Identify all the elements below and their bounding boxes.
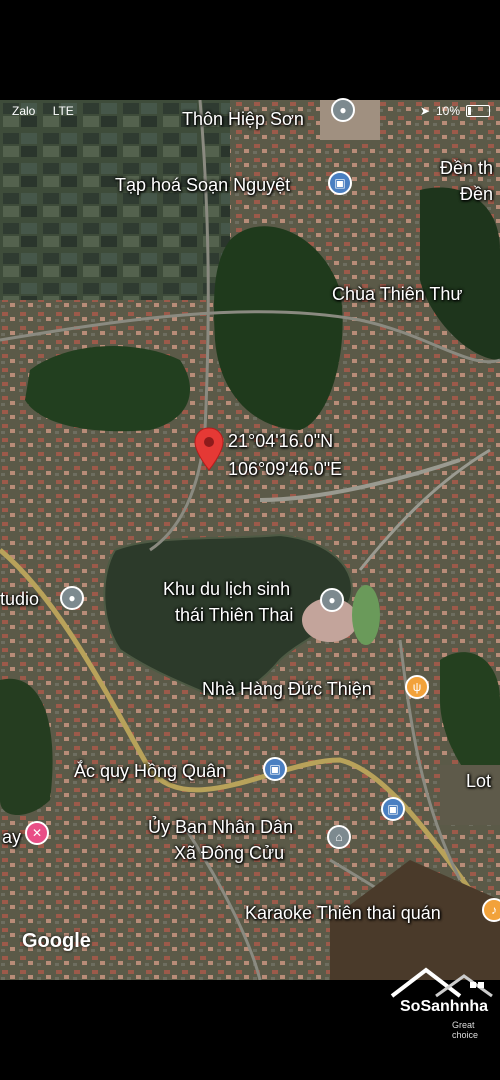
place-label[interactable]: Ủy Ban Nhân Dân xyxy=(148,816,293,838)
place-label[interactable]: tudio xyxy=(0,588,39,610)
place-label[interactable]: Khu du lịch sinh xyxy=(163,578,290,600)
place-label[interactable]: Tạp hoá Soạn Nguyệt xyxy=(115,174,290,196)
place-label[interactable]: Karaoke Thiên thai quán xyxy=(245,902,441,924)
shop-pin-icon[interactable]: ▣ xyxy=(381,797,405,821)
place-label[interactable]: Đền th xyxy=(440,157,493,179)
watermark-name: SoSanhnha xyxy=(400,998,489,1015)
restaurant-pin-icon[interactable]: ψ xyxy=(405,675,429,699)
place-label[interactable]: Ắc quy Hồng Quân xyxy=(74,760,226,782)
battery-icon xyxy=(466,105,490,117)
longitude-label: 106°09'46.0"E xyxy=(228,459,343,479)
google-attribution: Google xyxy=(22,930,91,952)
place-pin-icon[interactable]: ● xyxy=(60,586,84,610)
location-pin-icon[interactable] xyxy=(193,426,225,472)
place-label[interactable]: Chùa Thiên Thư xyxy=(332,283,462,305)
house-logo-icon xyxy=(390,967,493,998)
karaoke-pin-icon[interactable]: ♪ xyxy=(482,898,500,922)
place-pin-icon[interactable]: ● xyxy=(320,588,344,612)
network-label: LTE xyxy=(52,104,74,118)
government-pin-icon[interactable]: ⌂ xyxy=(327,825,351,849)
status-right: ➤ 10% xyxy=(420,104,490,118)
carrier-label: Zalo xyxy=(12,104,36,118)
shop-pin-icon[interactable]: ▣ xyxy=(328,171,352,195)
place-label[interactable]: Lot xyxy=(466,770,491,792)
place-label[interactable]: Đền xyxy=(460,183,493,205)
activity-pin-icon[interactable]: ✕ xyxy=(25,821,49,845)
place-label[interactable]: Xã Đông Cửu xyxy=(174,842,284,864)
watermark-tagline: Great choice xyxy=(452,1020,479,1040)
status-left: Zalo LTE xyxy=(12,104,74,118)
latitude-label: 21°04'16.0"N xyxy=(228,431,334,451)
place-label[interactable]: Nhà Hàng Đức Thiện xyxy=(202,678,372,700)
shop-pin-icon[interactable]: ▣ xyxy=(263,757,287,781)
battery-label: 10% xyxy=(435,104,460,118)
place-label[interactable]: Thôn Hiệp Sơn xyxy=(182,108,304,130)
place-label[interactable]: thái Thiên Thai xyxy=(175,604,293,626)
place-label[interactable]: ay xyxy=(2,826,21,848)
place-pin-icon[interactable]: ● xyxy=(331,98,355,122)
location-arrow-icon: ➤ xyxy=(419,104,430,118)
sosanhnha-watermark: SoSanhnha Great choice xyxy=(386,962,500,1040)
